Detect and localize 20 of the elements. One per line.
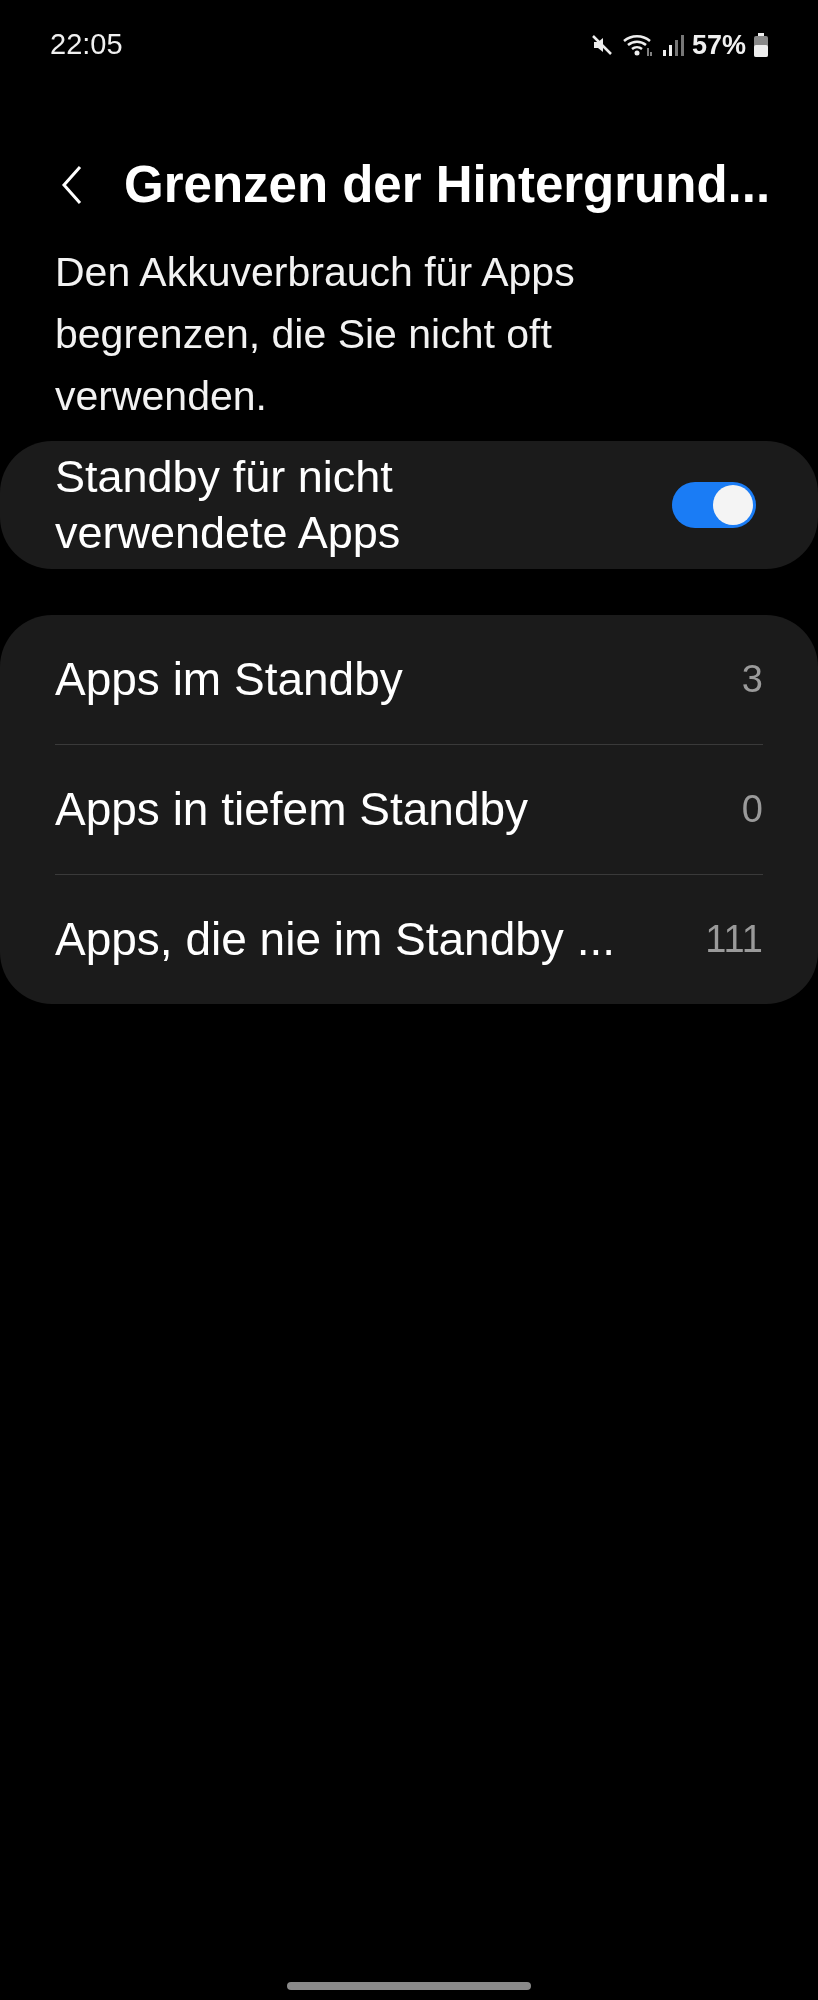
back-icon [60, 163, 84, 207]
item-label: Apps, die nie im Standby ... [55, 912, 615, 967]
item-label: Apps im Standby [55, 652, 403, 707]
battery-icon [754, 33, 768, 57]
standby-label: Standby für nicht verwendete Apps [55, 450, 402, 560]
description-text: Den Akkuverbrauch für Apps begrenzen, die Sie nicht oft verwenden. [55, 248, 576, 421]
item-count: 111 [705, 917, 763, 962]
status-time: 22:05 [50, 27, 123, 63]
item-count: 3 [741, 657, 763, 702]
list-item[interactable]: Apps, die nie im Standby ... 111 [55, 875, 763, 1004]
list-item[interactable]: Apps in tiefem Standby 0 [55, 745, 763, 874]
item-label: Apps in tiefem Standby [55, 782, 529, 837]
battery-percent: 57% [691, 28, 746, 62]
item-count: 0 [741, 787, 763, 832]
signal-icon [661, 33, 684, 57]
wifi-icon [621, 32, 654, 58]
standby-switch[interactable] [672, 482, 756, 528]
list-item[interactable]: Apps im Standby 3 [55, 615, 763, 744]
page-title: Grenzen der Hintergrund... [124, 154, 771, 215]
mute-icon [589, 33, 614, 57]
